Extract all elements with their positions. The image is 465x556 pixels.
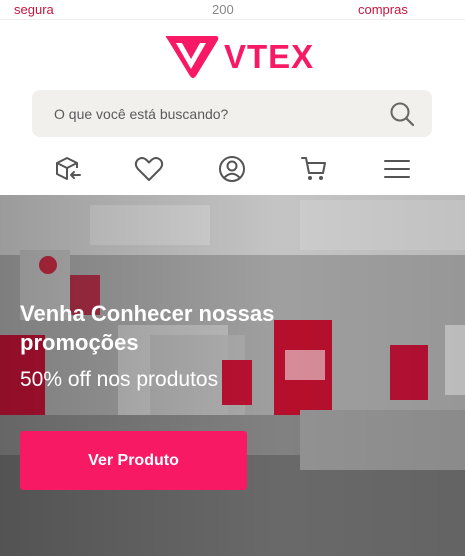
- search-bar: [32, 90, 432, 137]
- hero-subtitle: 50% off nos produtos: [20, 368, 219, 391]
- logo-wordmark: VTEX: [224, 38, 315, 75]
- promo-text-right: compras: [358, 2, 408, 17]
- vtex-logo-mark-icon: [165, 36, 219, 78]
- return-box-icon[interactable]: [53, 154, 83, 184]
- header-icon-bar: [0, 150, 465, 190]
- user-icon[interactable]: [217, 154, 247, 184]
- search-icon[interactable]: [388, 100, 416, 128]
- promo-text-left: segura: [14, 2, 54, 17]
- hero-title: Venha Conhecer nossas promoções: [20, 301, 275, 355]
- menu-icon[interactable]: [382, 154, 412, 184]
- hero-banner[interactable]: Venha Conhecer nossas promoções 50% off …: [0, 195, 465, 556]
- see-product-button[interactable]: Ver Produto: [20, 431, 247, 490]
- promo-text-middle: 200: [212, 2, 234, 17]
- vtex-logo[interactable]: VTEX: [162, 32, 313, 80]
- cart-icon[interactable]: [299, 154, 329, 184]
- top-promo-bar: segura 200 compras: [0, 0, 465, 20]
- search-input[interactable]: [54, 103, 374, 125]
- heart-icon[interactable]: [134, 154, 164, 184]
